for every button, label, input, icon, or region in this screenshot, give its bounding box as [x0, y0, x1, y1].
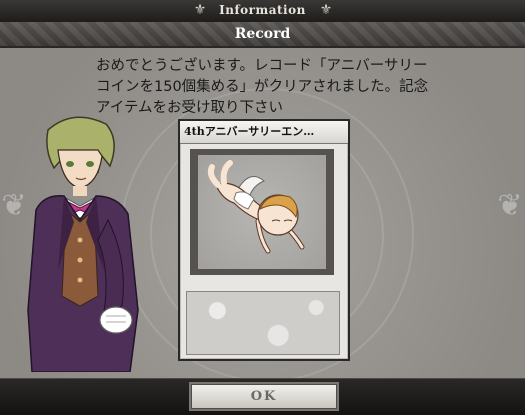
info-header: ⚜ Information ⚜	[0, 0, 525, 23]
card-description-area	[186, 291, 340, 355]
character-portrait	[27, 116, 139, 372]
fleur-ornament-right-icon: ⚜	[319, 2, 333, 18]
flying-cherub-icon	[207, 160, 305, 254]
ok-button[interactable]: OK	[191, 384, 337, 409]
reward-item-card: 4thアニバーサリーエン…	[178, 119, 350, 361]
message-line-1: おめでとうございます。レコード「アニバーサリー	[96, 58, 428, 74]
card-title: 4thアニバーサリーエン…	[180, 121, 348, 144]
right-scroll-ornament-icon: ❦	[497, 188, 523, 223]
record-title: Record	[234, 26, 291, 42]
message-line-2: コインを150個集める」がクリアされました。記念	[96, 79, 429, 95]
card-art-frame	[190, 149, 334, 275]
record-title-bar: Record	[0, 22, 525, 48]
card-art	[198, 155, 326, 269]
header-title: Information	[219, 3, 306, 17]
